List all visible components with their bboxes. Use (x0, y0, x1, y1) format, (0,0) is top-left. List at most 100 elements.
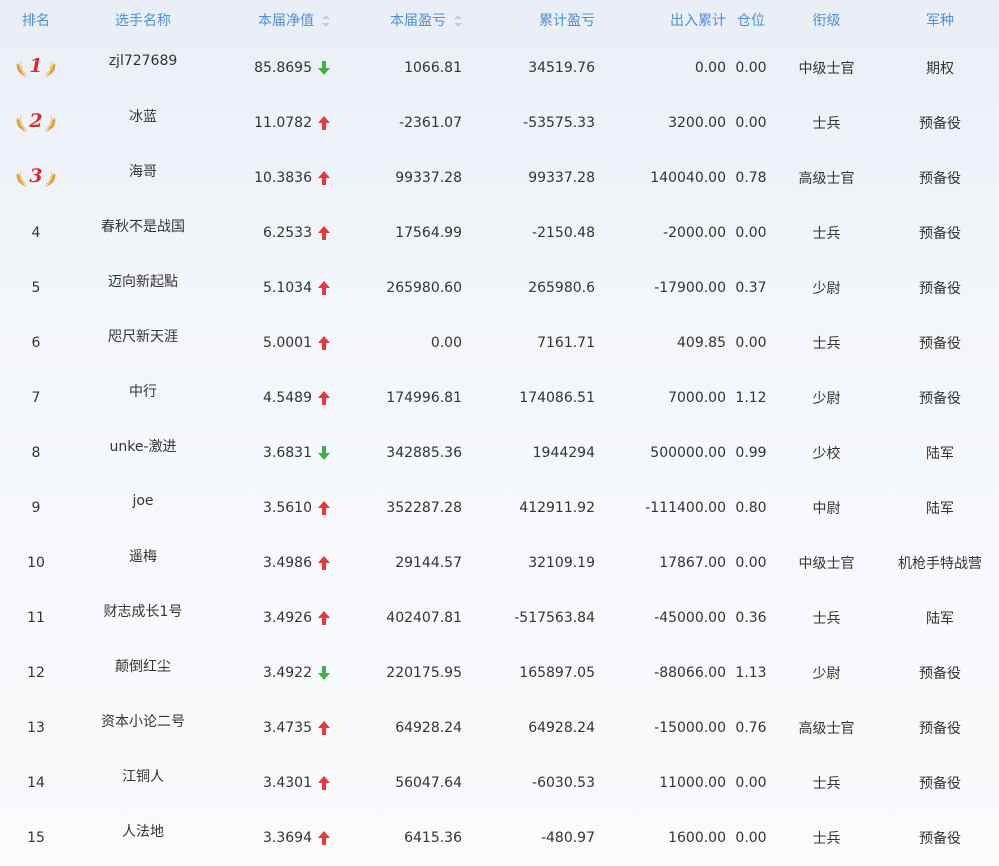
cell-rank: 8 (0, 445, 72, 461)
trend-up-icon (318, 335, 330, 350)
cell-player-name[interactable]: 迈向新起點 (72, 271, 214, 291)
column-header-name: 选手名称 (115, 13, 171, 29)
cell-player-name[interactable]: 中行 (72, 381, 214, 401)
column-header-cumulative: 累计盈亏 (539, 13, 595, 29)
cell-cumulative: -2150.48 (532, 224, 595, 241)
rank-number: 13 (27, 719, 45, 736)
sort-icon[interactable] (322, 15, 330, 27)
cell-flow: 500000.00 (650, 444, 726, 461)
cell-branch: 机枪手特战营 (898, 555, 982, 572)
cell-branch: 预备役 (919, 170, 961, 187)
cell-player-name[interactable]: 冰蓝 (72, 106, 214, 126)
nav-value: 3.4926 (263, 609, 312, 626)
column-header-pl-label: 本届盈亏 (390, 13, 446, 29)
nav-value: 3.6831 (263, 444, 312, 461)
cell-title: 中级士官 (798, 555, 855, 572)
cell-cumulative: 7161.71 (537, 334, 595, 351)
cell-nav: 3.5610 (214, 500, 338, 516)
trend-up-icon (318, 720, 330, 735)
cell-title: 高级士官 (798, 720, 855, 737)
table-row: 6 咫尺新天涯 5.0001 0.00 7161.71 409.85 0.00 士兵 预备役 (0, 315, 999, 370)
cell-player-name[interactable]: joe (72, 493, 214, 509)
cell-profit-loss: 64928.24 (395, 719, 462, 736)
cell-branch: 陆军 (926, 445, 954, 462)
cell-position: 1.12 (735, 389, 767, 406)
cell-flow: -17900.00 (654, 279, 726, 296)
cell-flow: 7000.00 (668, 389, 726, 406)
table-row: 3 海哥 10.3836 99337.28 99337.28 140040.00 0.78 高… (0, 150, 999, 205)
trend-down-icon (318, 665, 330, 680)
cell-player-name[interactable]: zjl727689 (72, 53, 214, 69)
cell-nav: 3.4922 (214, 665, 338, 681)
cell-profit-loss: 265980.60 (386, 279, 462, 296)
cell-rank: 14 (0, 775, 72, 791)
cell-rank: 9 (0, 500, 72, 516)
cell-position: 0.00 (735, 334, 767, 351)
cell-flow: 1600.00 (668, 829, 726, 846)
column-header-nav[interactable]: 本届净值 (214, 10, 338, 30)
cell-rank: 1 (0, 53, 72, 83)
table-row: 12 颠倒红尘 3.4922 220175.95 165897.05 -88066.00 1… (0, 645, 999, 700)
cell-nav: 11.0782 (214, 115, 338, 131)
cell-rank: 2 (0, 108, 72, 138)
cell-player-name[interactable]: 咫尺新天涯 (72, 326, 214, 346)
table-row: 14 江铜人 3.4301 56047.64 -6030.53 11000.00 0.00 士… (0, 755, 999, 810)
cell-rank: 7 (0, 390, 72, 406)
cell-player-name[interactable]: 遥梅 (72, 546, 214, 566)
cell-player-name[interactable]: 江铜人 (72, 766, 214, 786)
sort-icon[interactable] (454, 15, 462, 27)
cell-branch: 预备役 (919, 280, 961, 297)
cell-profit-loss: -2361.07 (399, 114, 462, 131)
cell-player-name[interactable]: 海哥 (72, 161, 214, 181)
cell-title: 士兵 (812, 225, 841, 242)
trend-up-icon (318, 775, 330, 790)
cell-flow: 11000.00 (659, 774, 726, 791)
cell-nav: 3.4735 (214, 720, 338, 736)
cell-position: 0.37 (735, 279, 767, 296)
cell-player-name[interactable]: 春秋不是战国 (72, 216, 214, 236)
column-header-pl[interactable]: 本届盈亏 (338, 10, 466, 30)
cell-branch: 预备役 (919, 115, 961, 132)
nav-value: 85.8695 (254, 59, 312, 76)
nav-value: 10.3836 (254, 169, 312, 186)
rank-number: 9 (31, 499, 41, 516)
cell-branch: 陆军 (926, 610, 954, 627)
cell-branch: 预备役 (919, 665, 961, 682)
cell-rank: 15 (0, 830, 72, 846)
trend-down-icon (318, 60, 330, 75)
nav-value: 3.3694 (263, 829, 312, 846)
cell-cumulative: -517563.84 (514, 609, 595, 626)
cell-player-name[interactable]: 颠倒红尘 (72, 656, 214, 676)
cell-player-name[interactable]: 资本小论二号 (72, 711, 214, 731)
cell-branch: 期权 (926, 60, 954, 77)
cell-rank: 4 (0, 225, 72, 241)
cell-branch: 陆军 (926, 500, 954, 517)
cell-cumulative: 1944294 (532, 444, 595, 461)
cell-nav: 3.4926 (214, 610, 338, 626)
cell-title: 士兵 (812, 335, 841, 352)
rank-number: 15 (27, 829, 45, 846)
table-row: 4 春秋不是战国 6.2533 17564.99 -2150.48 -2000.00 0.0… (0, 205, 999, 260)
rank-number: 6 (31, 334, 41, 351)
trend-up-icon (318, 500, 330, 515)
table-body: 1 zjl727689 85.8695 1066.81 34519.76 0.00 0.00… (0, 40, 999, 865)
cell-rank: 13 (0, 720, 72, 736)
medal-rank-number: 3 (29, 164, 43, 187)
trend-up-icon (318, 390, 330, 405)
cell-player-name[interactable]: 财志成长1号 (72, 601, 214, 621)
cell-player-name[interactable]: unke-激进 (72, 436, 214, 456)
cell-rank: 6 (0, 335, 72, 351)
cell-flow: 17867.00 (659, 554, 726, 571)
cell-cumulative: 412911.92 (519, 499, 595, 516)
cell-player-name[interactable]: 人法地 (72, 821, 214, 841)
cell-profit-loss: 402407.81 (386, 609, 462, 626)
table-row: 11 财志成长1号 3.4926 402407.81 -517563.84 -45000.… (0, 590, 999, 645)
cell-rank: 12 (0, 665, 72, 681)
medal-icon: 1 (13, 53, 59, 79)
nav-value: 5.1034 (263, 279, 312, 296)
rank-number: 8 (31, 444, 41, 461)
cell-branch: 预备役 (919, 335, 961, 352)
cell-position: 0.80 (735, 499, 767, 516)
cell-rank: 5 (0, 280, 72, 296)
cell-nav: 3.4301 (214, 775, 338, 791)
